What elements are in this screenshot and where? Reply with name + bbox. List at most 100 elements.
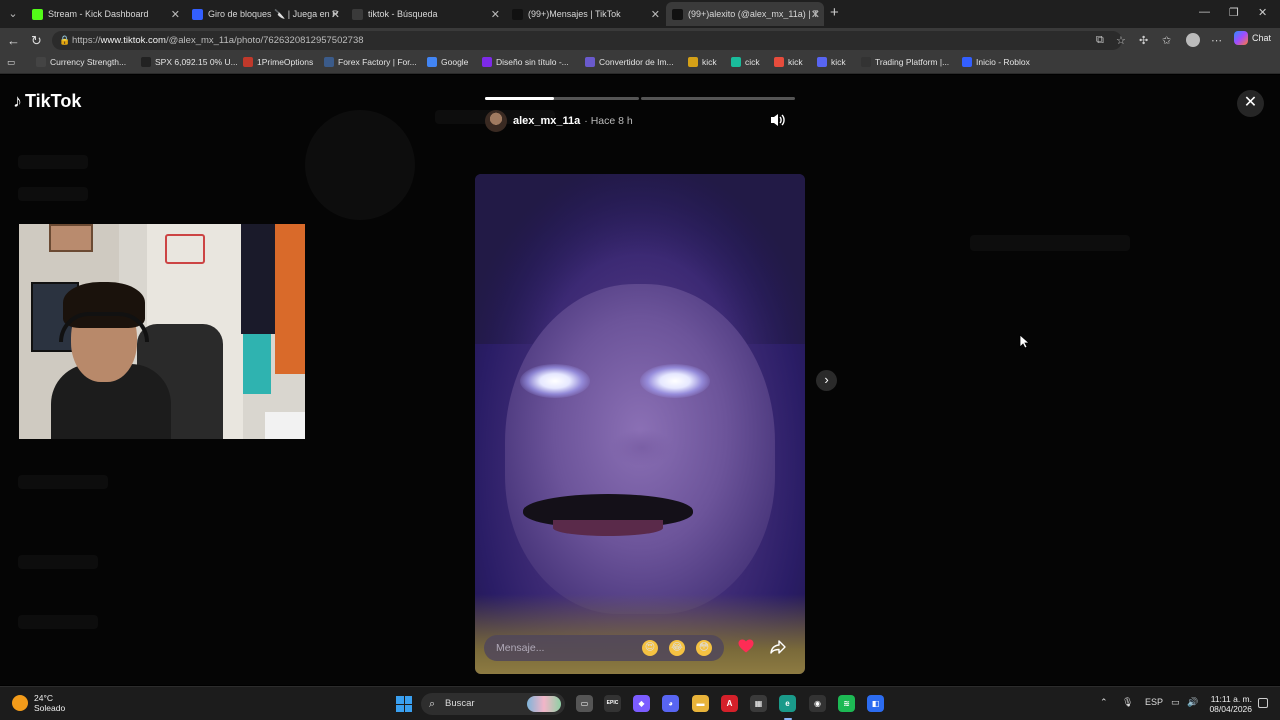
browser-tab[interactable]: Giro de bloques 🔪 | Juega en Ro ✕ (186, 2, 344, 26)
story-photo[interactable] (475, 174, 805, 674)
bookmark-item[interactable]: 1PrimeOptions (243, 57, 313, 67)
url-field[interactable]: 🔒 https://www.tiktok.com/@alex_mx_11a/ph… (52, 31, 1122, 50)
tab-close-icon[interactable]: ✕ (651, 8, 660, 21)
flushed-emoji-button[interactable]: 😳 (696, 640, 712, 656)
search-icon (352, 8, 363, 20)
webcam-towel (243, 334, 271, 394)
bg-tab (970, 235, 1130, 251)
microphone-icon[interactable]: 🎙 (1122, 697, 1133, 708)
bookmark-item[interactable]: kick (817, 57, 846, 67)
browser-tab[interactable]: (99+)alexito (@alex_mx_11a) | Tik ✕ (666, 2, 824, 26)
url-prefix: https:// (72, 35, 101, 46)
start-windows-icon[interactable] (396, 696, 412, 712)
extensions-icon[interactable]: ✣ (1139, 34, 1148, 47)
tab-close-icon[interactable]: ✕ (811, 8, 820, 21)
browser-tab[interactable]: (99+)Mensajes | TikTok ✕ (506, 2, 664, 26)
favorites-icon[interactable]: ✩ (1162, 34, 1171, 47)
taskbar-clock[interactable]: 11:11 a. m. 08/04/2026 (1206, 694, 1252, 714)
tab-title: (99+)Mensajes | TikTok (528, 9, 621, 19)
roblox-icon (962, 57, 972, 67)
site-info-icon[interactable]: 🔒 (59, 31, 70, 50)
restore-icon[interactable]: ❐ (1229, 6, 1239, 19)
bookmark-item[interactable]: Google (427, 57, 468, 67)
file-explorer-tb-icon[interactable]: ▭ (576, 695, 593, 712)
webcam-poster (49, 224, 93, 252)
tab-actions-menu-icon[interactable]: ⌄ (4, 5, 22, 23)
bookmark-label: Currency Strength... (50, 57, 127, 67)
clock-date: 08/04/2026 (1209, 704, 1252, 714)
more-options-icon[interactable]: ⋯ (1211, 34, 1222, 47)
trading-platform-icon (861, 57, 871, 67)
laughing-emoji-button[interactable]: 😂 (669, 640, 685, 656)
close-viewer-button[interactable]: ✕ (1237, 90, 1264, 117)
next-story-button[interactable]: › (816, 370, 837, 391)
bookmark-item[interactable]: Inicio - Roblox (962, 57, 1030, 67)
tiktok-logo[interactable]: ♪ TikTok (13, 91, 81, 112)
window-close-icon[interactable]: ✕ (1258, 6, 1267, 19)
story-progress-segment (485, 97, 639, 100)
story-username[interactable]: alex_mx_11a (513, 115, 580, 127)
tab-close-icon[interactable]: ✕ (171, 8, 180, 21)
discord-tb-icon[interactable]: ◕ (662, 695, 679, 712)
tab-close-icon[interactable]: ✕ (331, 8, 340, 21)
mouse-cursor-icon (1019, 334, 1031, 354)
tab-close-icon[interactable]: ✕ (491, 8, 500, 21)
network-icon[interactable]: ▭ (1171, 697, 1180, 708)
story-time: · Hace 8 h (584, 115, 633, 127)
like-heart-icon[interactable] (738, 639, 754, 658)
weather-widget[interactable]: 24°C Soleado (12, 693, 65, 713)
address-bar-row: ← ↻ 🔒 https://www.tiktok.com/@alex_mx_11… (0, 28, 1280, 53)
copilot-chat-button[interactable]: Chat (1234, 31, 1271, 45)
tiktok-page: ♪ TikTok alex_mx_11a · Hace 8 h › ✕ Mens… (0, 75, 1280, 685)
primeoptions-icon (243, 57, 253, 67)
notifications-icon[interactable] (1258, 698, 1268, 708)
store-tb-icon[interactable]: ▦ (750, 695, 767, 712)
epic-games-tb-icon[interactable]: EPIC (604, 695, 621, 712)
speaker-icon[interactable]: 🔊 (1187, 697, 1198, 708)
reading-view-icon[interactable]: ▭ (7, 57, 15, 68)
spotify-tb-icon[interactable]: ≋ (838, 695, 855, 712)
taskbar-search[interactable]: ⌕ Buscar (421, 693, 565, 715)
bookmark-item[interactable]: Diseño sin título -... (482, 57, 569, 67)
converter-icon (585, 57, 595, 67)
favorite-star-icon[interactable]: ☆ (1116, 34, 1126, 47)
bookmark-item[interactable]: kick (688, 57, 717, 67)
tab-strip: ⌄ Stream - Kick Dashboard ✕ Giro de bloque… (0, 0, 1280, 28)
bookmark-item[interactable]: Convertidor de Im... (585, 57, 674, 67)
input-language[interactable]: ESP (1145, 697, 1163, 707)
browser-tab[interactable]: tiktok - Búsqueda ✕ (346, 2, 504, 26)
webcam-jersey (241, 224, 275, 334)
bookmark-item[interactable]: Forex Factory | For... (324, 57, 417, 67)
obs-tb-icon[interactable]: ◉ (809, 695, 826, 712)
kick-icon (688, 57, 698, 67)
bookmark-item[interactable]: kick (774, 57, 803, 67)
bookmark-item[interactable]: Trading Platform |... (861, 57, 949, 67)
app-available-icon[interactable]: ⧉ (1096, 34, 1104, 47)
bookmarks-bar: ▭ Currency Strength... SPX 6,092.15 0% U.… (0, 53, 1280, 74)
tab-title: tiktok - Búsqueda (368, 9, 438, 19)
roblox-studio-tb-icon[interactable]: ◧ (867, 695, 884, 712)
bookmark-item[interactable]: SPX 6,092.15 0% U... (141, 57, 238, 67)
new-tab-button[interactable]: + (830, 5, 839, 21)
folder-tb-icon[interactable]: ▬ (692, 695, 709, 712)
bookmark-item[interactable]: Currency Strength... (36, 57, 126, 67)
photo-glowing-eye-right (640, 364, 710, 398)
volume-icon[interactable] (770, 113, 786, 132)
message-input[interactable] (496, 635, 626, 661)
refresh-icon[interactable]: ↻ (31, 33, 42, 49)
show-hidden-icons[interactable]: ⌃ (1100, 697, 1108, 708)
adobe-tb-icon[interactable]: A (721, 695, 738, 712)
heart-eyes-emoji-button[interactable]: 😍 (642, 640, 658, 656)
webcam-overlay (19, 224, 305, 439)
share-icon[interactable] (770, 640, 786, 659)
profile-avatar[interactable] (1186, 33, 1200, 47)
bookmark-item[interactable]: cick (731, 57, 760, 67)
tab-title: Stream - Kick Dashboard (48, 9, 149, 19)
back-icon[interactable]: ← (7, 33, 20, 48)
copilot-tb-icon[interactable]: ◆ (633, 695, 650, 712)
browser-tab[interactable]: Stream - Kick Dashboard ✕ (26, 2, 184, 26)
story-user-avatar[interactable] (485, 110, 507, 132)
tab-title: Giro de bloques 🔪 | Juega en Ro (208, 8, 338, 19)
edge-tb-icon[interactable]: e (779, 695, 796, 712)
minimize-icon[interactable]: — (1199, 6, 1210, 18)
